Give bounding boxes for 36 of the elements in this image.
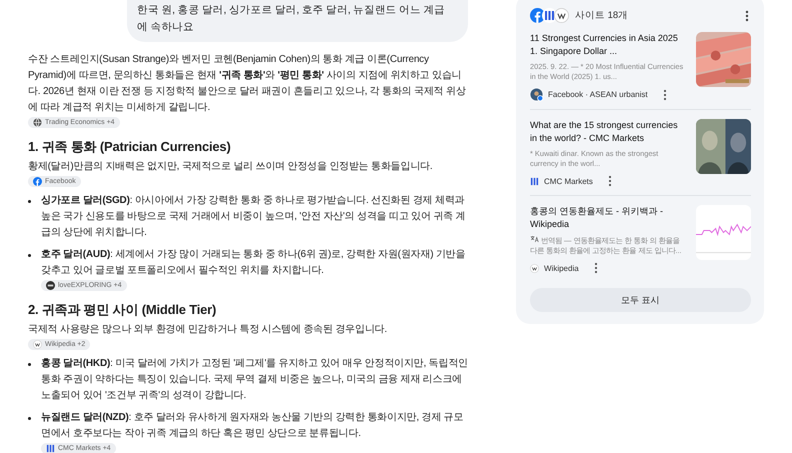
source-count: 사이트 18개 [575,9,630,22]
more-icon[interactable] [745,10,749,22]
list-item-text: 싱가포르 달러(SGD): 아시아에서 가장 강력한 통화 중 하나로 평가받습니다. 선진화된 경제 체력과 높은 국가 신용도를 바탕으로 국제 거래에서 비중이 높으며, '안전 자산'의 성격을 띠고 있어 귀족 계급의 상단에 위치합니다. [41,195,466,238]
section-heading: 2. 귀족과 평민 사이 (Middle Tier) [28,301,218,318]
more-icon[interactable] [594,262,598,274]
more-icon[interactable] [662,88,667,100]
bullet-icon [28,417,31,420]
facebook-icon [33,177,42,186]
more-icon[interactable] [608,175,612,187]
answer-paragraph: 수잔 스트레인지(Susan Strange)와 벤저민 코헨(Benjamin Cohen)의 통화 계급 이론(Currency Pyramid)에 따르면, 문의하신 통화들은 현재 '귀족 통화'와 '평민 통화' 사이의 지점에 위치하고 있습니다. 2026년 현재 이란 전쟁 등 지정학적 불안으로 달러 패권이 흔들리고 있으나, 각 통화의 국제적 위상에 따라 계급적 위치는 미세하게 갈립니다. [28,54,466,113]
bullet-icon [28,200,31,203]
list-item-text: 호주 달러(AUD): 세계에서 가장 많이 거래되는 통화 중 하나(6위 권)로, 강력한 자원(원자재) 기반을 갖추고 있어 글로벌 포트폴리오에서 필수적인 위치를 차지합니다. [41,249,466,276]
answer-paragraph: 황제(달러)만큼의 지배력은 없지만, 국제적으로 널리 쓰이며 안정성을 인정받는 통화들입니다. [28,161,432,172]
bars-icon [530,176,539,186]
bullet-icon [28,363,31,366]
translate-icon [530,235,539,243]
source-title[interactable]: 11 Strongest Currencies in Asia 2025 1. Singapore Dollar ... [530,32,687,58]
list-item-text: 홍콩 달러(HKD): 미국 달러에 가치가 고정된 '페그제'를 유지하고 있어 매우 안정적이지만, 독립적인 통화 주권이 약하다는 특징이 있습니다. 국제 무역 결제 비중은 높으나, 미국의 금융 제재 리스크에 노출되어 있어 '조건부 귀족'의 성격이 강합니다. [41,358,468,401]
wikipedia-icon [33,340,42,349]
show-all-button[interactable]: 모두 표시 [530,288,751,312]
source-title[interactable]: 홍콩의 연동환율제도 - 위키백과 - Wikipedia [530,205,687,231]
site-logo-icon [46,281,55,290]
bars-icon [46,444,55,453]
wikipedia-icon [554,8,569,23]
globe-icon [33,118,42,127]
query-bubble: 한국 원, 홍콩 달러, 싱가포르 달러, 호주 달러, 뉴질랜드 어느 계급에 속하나요 [127,0,468,42]
section-heading: 1. 귀족 통화 (Patrician Currencies) [28,138,232,155]
site-name: Wikipedia [544,264,579,272]
wikipedia-icon [530,264,539,272]
site-name: Facebook · ASEAN urbanist [548,90,648,99]
bullet-icon [28,254,31,257]
avatar-icon [530,88,543,101]
site-name: CMC Markets [544,176,593,186]
list-item-text: 뉴질랜드 달러(NZD): 호주 달러와 유사하게 원자재와 농산물 기반의 강력한 통화이지만, 경제 규모 면에서 호주보다는 작아 귀족 계급의 하단 혹은 평민 상단으로 분류됩니다. [41,412,464,439]
source-title[interactable]: What are the 15 strongest currencies in the world? - CMC Markets [530,119,687,145]
answer-paragraph: 국제적 사용량은 많으나 외부 환경에 민감하거나 특정 시스템에 종속된 경우입니다. [28,324,387,335]
